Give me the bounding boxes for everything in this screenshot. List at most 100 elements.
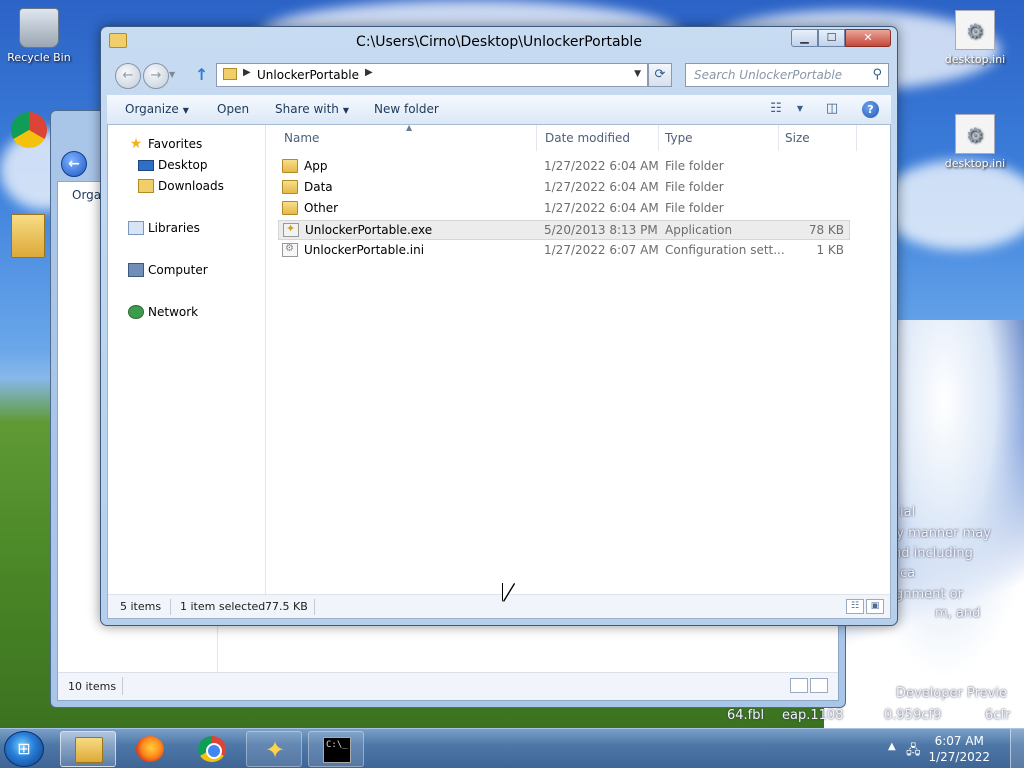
- address-bar[interactable]: ▶ UnlockerPortable ▶ ▼: [216, 63, 648, 87]
- file-row[interactable]: UnlockerPortable.ini 1/27/2022 6:07 AM C…: [278, 241, 850, 261]
- show-desktop-button[interactable]: [1010, 729, 1024, 768]
- search-icon[interactable]: ⚲: [872, 67, 882, 82]
- large-icons-view-icon[interactable]: ▣: [866, 599, 884, 614]
- nav-favorites-label: Favorites: [148, 137, 203, 151]
- wallpaper-text: ial: [900, 505, 916, 520]
- recent-pages-chevron-icon[interactable]: ▼: [169, 70, 175, 79]
- preview-pane-icon[interactable]: ◫: [823, 101, 841, 117]
- file-name: Data: [304, 180, 333, 194]
- share-with-menu[interactable]: Share with ▼: [275, 102, 349, 116]
- chevron-down-icon: ▼: [182, 106, 189, 115]
- column-name[interactable]: Name: [284, 131, 319, 145]
- status-divider: [170, 599, 171, 615]
- status-divider: [314, 599, 315, 615]
- show-hidden-icons-icon[interactable]: ▲: [888, 741, 896, 752]
- nav-network[interactable]: Network: [108, 303, 265, 323]
- wallpaper-text: eap.1108: [782, 708, 844, 723]
- tiles-view-icon[interactable]: [810, 678, 828, 693]
- chrome-icon: [11, 112, 47, 148]
- change-view-icon[interactable]: ☷: [767, 101, 785, 117]
- refresh-button[interactable]: ⟳: [648, 63, 672, 87]
- taskbar: ⊞ ✦ C:\_ ▲ 🖧 6:07 AM 1/27/2022: [0, 728, 1024, 768]
- status-divider: [122, 677, 123, 695]
- open-button[interactable]: Open: [217, 102, 249, 116]
- nav-favorites[interactable]: ★ Favorites: [108, 135, 265, 155]
- taskbar-windows-explorer[interactable]: [60, 731, 116, 767]
- file-type: File folder: [665, 159, 724, 173]
- nav-downloads[interactable]: Downloads: [108, 177, 265, 197]
- up-arrow-icon[interactable]: ↑: [195, 65, 208, 84]
- file-name: UnlockerPortable.ini: [304, 243, 425, 257]
- file-name: App: [304, 159, 328, 173]
- explorer-window[interactable]: C:\Users\Cirno\Desktop\UnlockerPortable …: [100, 26, 898, 626]
- chrome-desktop-icon[interactable]: [4, 112, 54, 151]
- nav-network-label: Network: [148, 305, 199, 319]
- file-date: 1/27/2022 6:04 AM: [544, 159, 659, 173]
- file-date: 5/20/2013 8:13 PM: [544, 223, 658, 237]
- nav-computer[interactable]: Computer: [108, 261, 265, 281]
- breadcrumb-separator-icon[interactable]: ▶: [243, 67, 251, 78]
- application-icon: [283, 222, 299, 237]
- config-file-icon: [282, 243, 298, 257]
- new-folder-button[interactable]: New folder: [374, 102, 439, 116]
- file-row[interactable]: App 1/27/2022 6:04 AM File folder: [278, 157, 850, 177]
- breadcrumb-separator-icon[interactable]: ▶: [365, 67, 373, 78]
- file-size: 1 KB: [816, 243, 844, 257]
- config-file-icon: [955, 114, 995, 154]
- wallpaper-text: 64.fbl: [727, 708, 765, 723]
- selection-count: 1 item selected: [180, 600, 266, 613]
- taskbar-chrome[interactable]: [184, 731, 240, 767]
- column-divider[interactable]: [778, 125, 779, 151]
- back-arrow-icon[interactable]: ←: [61, 151, 87, 177]
- desktop-ini-desktop-icon[interactable]: desktop.ini: [938, 10, 1012, 66]
- nav-libraries-label: Libraries: [148, 221, 200, 235]
- desktop-icon-label: Recycle Bin: [7, 51, 71, 64]
- nav-desktop-label: Desktop: [158, 158, 208, 172]
- address-dropdown-icon[interactable]: ▼: [634, 69, 641, 79]
- details-view-icon[interactable]: ☷: [846, 599, 864, 614]
- organize-menu-partial[interactable]: Orga: [72, 188, 101, 202]
- column-divider[interactable]: [856, 125, 857, 151]
- system-tray: ▲ 🖧 6:07 AM 1/27/2022: [884, 729, 1024, 768]
- file-name: Other: [304, 201, 339, 215]
- file-row-selected[interactable]: UnlockerPortable.exe 5/20/2013 8:13 PM A…: [278, 220, 850, 240]
- column-divider[interactable]: [536, 125, 537, 151]
- taskbar-magic-wand-app[interactable]: ✦: [246, 731, 302, 767]
- file-row[interactable]: Data 1/27/2022 6:04 AM File folder: [278, 178, 850, 198]
- taskbar-command-prompt[interactable]: C:\_: [308, 731, 364, 767]
- chrome-icon: [198, 736, 226, 762]
- minimize-button[interactable]: ▁: [791, 29, 818, 47]
- column-size[interactable]: Size: [785, 131, 810, 145]
- details-view-icon[interactable]: [790, 678, 808, 693]
- forward-button[interactable]: →: [143, 63, 169, 89]
- firefox-icon: [136, 736, 164, 762]
- nav-desktop[interactable]: Desktop: [108, 156, 265, 176]
- cloud: [880, 160, 1024, 250]
- organize-menu[interactable]: Organize ▼: [125, 102, 189, 116]
- desktop-ini-desktop-icon[interactable]: desktop.ini: [938, 114, 1012, 170]
- column-type[interactable]: Type: [665, 131, 693, 145]
- search-input[interactable]: Search UnlockerPortable ⚲: [685, 63, 889, 87]
- start-button[interactable]: ⊞: [4, 731, 44, 767]
- file-date: 1/27/2022 6:04 AM: [544, 180, 659, 194]
- item-count: 10 items: [68, 680, 117, 693]
- chevron-down-icon: ▼: [342, 106, 350, 115]
- help-icon[interactable]: ?: [862, 101, 879, 118]
- unlocker-desktop-icon[interactable]: [6, 214, 50, 261]
- clock[interactable]: 6:07 AM 1/27/2022: [928, 733, 990, 765]
- recycle-bin-desktop-icon[interactable]: Recycle Bin: [2, 8, 76, 64]
- folder-icon: [223, 68, 237, 80]
- taskbar-firefox[interactable]: [122, 731, 178, 767]
- breadcrumb-unlockerportable[interactable]: UnlockerPortable: [257, 68, 359, 82]
- column-divider[interactable]: [658, 125, 659, 151]
- column-date-modified[interactable]: Date modified: [545, 131, 630, 145]
- view-options-chevron-icon[interactable]: ▼: [791, 104, 809, 120]
- maximize-button[interactable]: ☐: [818, 29, 845, 47]
- back-button[interactable]: ←: [115, 63, 141, 89]
- folder-icon: [282, 180, 298, 194]
- nav-libraries[interactable]: Libraries: [108, 219, 265, 239]
- file-row[interactable]: Other 1/27/2022 6:04 AM File folder: [278, 199, 850, 219]
- close-button[interactable]: ✕: [845, 29, 891, 47]
- wallpaper-text: m, and: [935, 606, 981, 621]
- network-status-icon[interactable]: 🖧: [906, 741, 921, 763]
